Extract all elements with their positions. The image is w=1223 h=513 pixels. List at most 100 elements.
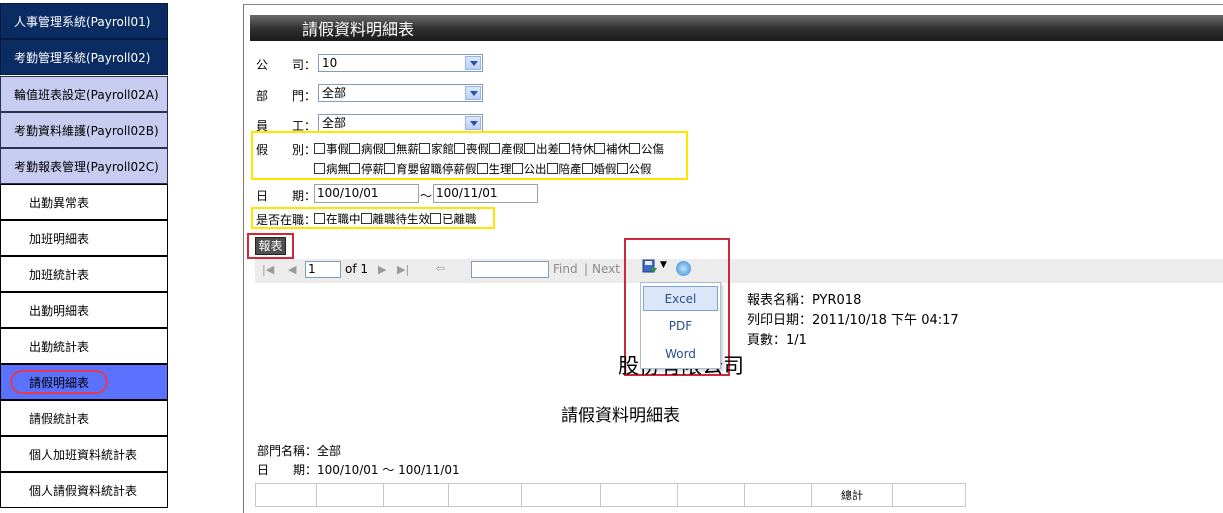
checkbox-label: 已離職	[442, 212, 477, 226]
table-cell	[255, 483, 317, 507]
checkbox[interactable]	[524, 143, 535, 154]
checkbox-option[interactable]: 補休	[594, 142, 629, 156]
checkbox[interactable]	[419, 143, 430, 154]
table-cell	[316, 483, 384, 507]
checkbox[interactable]	[384, 143, 395, 154]
sidebar-item-overtime-detail[interactable]: 加班明細表	[0, 220, 168, 256]
next-page-icon[interactable]: ▶	[378, 263, 386, 276]
checkbox[interactable]	[629, 143, 640, 154]
sidebar-item-label: 考勤報表管理(Payroll02C)	[14, 159, 159, 174]
checkbox[interactable]	[349, 163, 360, 174]
checkbox-option[interactable]: 離職待生效	[360, 212, 430, 226]
checkbox[interactable]	[360, 213, 372, 224]
page-header: 請假資料明細表	[250, 15, 1223, 41]
checkbox[interactable]	[616, 163, 628, 174]
sidebar-item-payroll02c[interactable]: 考勤報表管理(Payroll02C)	[0, 148, 168, 184]
table-cell	[521, 483, 601, 507]
sidebar-item-attendance-exception[interactable]: 出勤異常表	[0, 184, 168, 220]
checkbox-label: 公傷	[641, 142, 664, 156]
chevron-down-icon	[465, 116, 481, 130]
leave-type-row-2: 病無 停薪 育嬰留職停薪假 生理 公出 陪產 婚假 公假	[314, 161, 652, 177]
sidebar-item-leave-summary[interactable]: 請假統計表	[0, 400, 168, 436]
sidebar-item-label: 人事管理系統(Payroll01)	[14, 14, 151, 29]
checkbox[interactable]	[430, 213, 441, 224]
checkbox-option[interactable]: 無薪	[384, 142, 419, 156]
checkbox[interactable]	[581, 163, 593, 174]
checkbox-label: 喪假	[466, 142, 489, 156]
first-page-icon[interactable]: |◀	[262, 263, 274, 276]
checkbox-option[interactable]: 喪假	[454, 142, 489, 156]
checkbox-option[interactable]: 已離職	[430, 212, 477, 226]
checkbox-label: 公出	[523, 162, 547, 176]
checkbox[interactable]	[314, 143, 325, 154]
checkbox-option[interactable]: 育嬰留職停薪假	[384, 162, 477, 176]
checkbox-label: 在職中	[326, 212, 361, 226]
table-cell	[677, 483, 745, 507]
checkbox-option[interactable]: 公假	[616, 162, 652, 176]
checkbox[interactable]	[489, 143, 500, 154]
checkbox[interactable]	[511, 163, 523, 174]
sidebar-item-attendance-detail[interactable]: 出勤明細表	[0, 292, 168, 328]
checkbox-option[interactable]: 產假	[489, 142, 524, 156]
checkbox-option[interactable]: 家館	[419, 142, 454, 156]
table-row: 總計	[255, 483, 966, 507]
company-label: 公 司：	[256, 58, 317, 72]
next-link[interactable]: Next	[592, 262, 620, 276]
sidebar-item-personal-overtime[interactable]: 個人加班資料統計表	[0, 436, 168, 472]
sidebar-item-payroll02[interactable]: 考勤管理系統(Payroll02)	[0, 39, 168, 75]
checkbox-option[interactable]: 特休	[559, 142, 594, 156]
export-option-pdf[interactable]: PDF	[643, 314, 718, 339]
checkbox[interactable]	[384, 163, 395, 174]
checkbox[interactable]	[314, 163, 325, 174]
sidebar-item-payroll02b[interactable]: 考勤資料維護(Payroll02B)	[0, 112, 168, 148]
prev-page-icon[interactable]: ◀	[288, 263, 296, 276]
checkbox-option[interactable]: 陪產	[546, 162, 582, 176]
chevron-down-icon	[465, 86, 481, 100]
checkbox-option[interactable]: 公傷	[629, 142, 664, 156]
checkbox-option[interactable]: 公出	[511, 162, 547, 176]
leave-type-row-1: 事假 病假 無薪 家館 喪假 產假 出差 特休 補休 公傷	[314, 141, 664, 157]
checkbox-option[interactable]: 病無	[314, 162, 349, 176]
checkbox[interactable]	[314, 213, 325, 224]
sidebar-item-personal-leave[interactable]: 個人請假資料統計表	[0, 472, 168, 508]
export-option-excel[interactable]: Excel	[643, 286, 718, 311]
sidebar-item-overtime-summary[interactable]: 加班統計表	[0, 256, 168, 292]
highlight-circle	[10, 370, 108, 394]
find-link[interactable]: Find	[553, 262, 578, 276]
table-cell	[600, 483, 678, 507]
checkbox-option[interactable]: 停薪	[349, 162, 384, 176]
employee-select-value: 全部	[322, 116, 347, 130]
checkbox[interactable]	[559, 143, 570, 154]
sidebar-item-payroll02a[interactable]: 輪值班表設定(Payroll02A)	[0, 76, 168, 112]
dept-select[interactable]: 全部	[318, 84, 483, 102]
checkbox[interactable]	[454, 143, 465, 154]
checkbox[interactable]	[349, 143, 360, 154]
employee-select[interactable]: 全部	[318, 114, 483, 132]
export-menu: Excel PDF Word	[640, 282, 721, 369]
checkbox[interactable]	[594, 143, 605, 154]
report-button[interactable]: 報表	[255, 237, 286, 255]
page-count: of 1	[345, 262, 369, 276]
sidebar-item-label: 個人請假資料統計表	[29, 483, 138, 498]
checkbox[interactable]	[476, 163, 488, 174]
sidebar-item-attendance-summary[interactable]: 出勤統計表	[0, 328, 168, 364]
page-number-input[interactable]: 1	[305, 261, 341, 278]
company-select[interactable]: 10	[318, 54, 483, 72]
checkbox-option[interactable]: 生理	[476, 162, 512, 176]
checkbox[interactable]	[546, 163, 558, 174]
date-from-input[interactable]: 100/10/01	[314, 184, 419, 203]
checkbox-option[interactable]: 病假	[349, 142, 384, 156]
sidebar-item-label: 考勤資料維護(Payroll02B)	[14, 123, 159, 138]
checkbox-option[interactable]: 出差	[524, 142, 559, 156]
date-to-input[interactable]: 100/11/01	[433, 184, 538, 203]
back-icon[interactable]: ⇦	[436, 262, 445, 275]
checkbox-label: 病無	[326, 162, 349, 176]
last-page-icon[interactable]: ▶|	[397, 263, 409, 276]
export-option-word[interactable]: Word	[643, 342, 718, 367]
report-title: 請假資料明細表	[561, 406, 680, 426]
checkbox-option[interactable]: 事假	[314, 142, 349, 156]
checkbox-option[interactable]: 在職中	[314, 212, 361, 226]
sidebar-item-payroll01[interactable]: 人事管理系統(Payroll01)	[0, 3, 168, 39]
find-input[interactable]	[471, 261, 549, 278]
checkbox-option[interactable]: 婚假	[581, 162, 617, 176]
